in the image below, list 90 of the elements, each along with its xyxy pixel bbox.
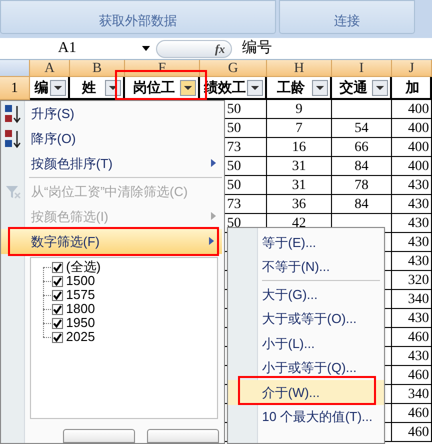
name-box[interactable]: A1 xyxy=(0,38,156,59)
table-cell-text: 430 xyxy=(408,234,429,252)
table-cell-text: 78 xyxy=(354,176,368,194)
header-cell-text: 交通 xyxy=(340,78,368,97)
menu-item[interactable]: 大于或等于(O)... xyxy=(228,306,384,331)
table-cell-text: 50 xyxy=(227,100,241,118)
checkbox[interactable] xyxy=(52,332,63,342)
submenu-arrow-icon xyxy=(211,212,216,220)
insert-function-button[interactable]: fx xyxy=(156,40,232,58)
checkbox[interactable] xyxy=(52,304,63,314)
table-cell-text: 430 xyxy=(408,196,429,214)
submenu-arrow-icon xyxy=(209,237,214,245)
table-cell-text: 31 xyxy=(292,176,306,194)
header-cell-text: 编 xyxy=(34,78,48,97)
column-header[interactable]: B xyxy=(70,60,125,77)
table-cell-text: 400 xyxy=(408,138,429,156)
submenu-arrow-icon xyxy=(211,159,216,167)
checkbox[interactable] xyxy=(52,318,63,328)
sort-descending-icon xyxy=(4,128,22,148)
table-cell-text: 66 xyxy=(354,138,368,156)
checkbox[interactable] xyxy=(52,262,63,272)
filter-dropdown-button[interactable] xyxy=(372,80,388,96)
table-cell-text: 54 xyxy=(354,120,368,138)
ok-button[interactable] xyxy=(63,429,135,443)
table-cell-text: 73 xyxy=(227,196,241,214)
table-cell-text: 340 xyxy=(408,290,429,308)
menu-item: 从“岗位工资”中清除筛选(C) xyxy=(1,179,224,204)
table-cell-text: 31 xyxy=(292,158,306,176)
header-cell-text: 岗位工 xyxy=(133,78,175,97)
table-cell-text: 84 xyxy=(354,158,368,176)
menu-item: 按颜色筛选(I) xyxy=(1,204,224,229)
table-cell-text: 42 xyxy=(292,214,306,232)
table-cell-text: 320 xyxy=(408,272,429,290)
menu-item[interactable]: 小于(L)... xyxy=(228,331,384,356)
header-cell-text: 姓 xyxy=(82,78,96,97)
table-cell-text: 460 xyxy=(408,328,429,346)
filter-dropdown-button[interactable] xyxy=(50,80,66,96)
column-header[interactable]: J xyxy=(392,60,432,77)
value-list[interactable]: (全选) 1500 1575 1800 1950 2025 xyxy=(30,257,218,419)
menu-item[interactable]: 降序(O) xyxy=(1,126,224,151)
table-cell-text: 430 xyxy=(408,310,429,328)
formula-content: 编号 xyxy=(242,38,272,58)
table-cell-text: 7 xyxy=(296,120,302,138)
header-cell-text: 工龄 xyxy=(277,78,305,97)
checkbox[interactable] xyxy=(52,276,63,286)
table-cell-text: 50 xyxy=(227,214,241,232)
header-cell-text: 加 xyxy=(406,78,420,97)
menu-item[interactable]: 数字筛选(F) xyxy=(1,229,222,254)
table-cell-text: 50 xyxy=(227,158,241,176)
column-header[interactable]: I xyxy=(332,60,392,77)
table-cell-text: 460 xyxy=(408,404,429,422)
table-cell-text: 430 xyxy=(408,348,429,366)
menu-item[interactable]: 大于(G)... xyxy=(228,282,384,306)
menu-item[interactable]: 不等于(N)... xyxy=(228,254,384,279)
menu-item[interactable]: 10 个最大的值(T)... xyxy=(228,404,384,429)
menu-item[interactable]: 介于(W)... xyxy=(228,380,384,404)
menu-item[interactable]: 按颜色排序(T) xyxy=(1,151,224,176)
table-cell-text: 430 xyxy=(408,214,429,232)
sort-ascending-icon xyxy=(4,104,22,124)
table-cell-text: 36 xyxy=(292,196,306,214)
checkbox[interactable] xyxy=(52,290,63,300)
value-label: (全选) xyxy=(66,258,101,276)
column-header[interactable]: A xyxy=(30,60,70,77)
column-header[interactable]: H xyxy=(267,60,332,77)
group-label: 获取外部数据 xyxy=(99,12,177,30)
table-cell-text: 50 xyxy=(227,120,241,138)
table-cell-text: 460 xyxy=(408,424,429,442)
filter-dropdown-button[interactable] xyxy=(180,80,196,96)
table-cell-text: 50 xyxy=(227,176,241,194)
cancel-button[interactable] xyxy=(147,429,219,443)
row-header[interactable]: 1 xyxy=(0,77,30,100)
menu-item[interactable]: 小于或等于(Q)... xyxy=(228,356,384,380)
table-cell-text: 340 xyxy=(408,386,429,404)
table-cell-text: 460 xyxy=(408,366,429,384)
table-cell-text: 9 xyxy=(296,100,302,118)
group-label: 连接 xyxy=(334,12,360,30)
table-cell-text: 430 xyxy=(408,252,429,270)
filter-dropdown-button[interactable] xyxy=(312,80,328,96)
table-cell-text: 16 xyxy=(292,138,306,156)
menu-item[interactable]: 等于(E)... xyxy=(228,230,384,254)
dropdown-arrow-icon[interactable] xyxy=(142,46,150,51)
table-cell-text: 400 xyxy=(408,158,429,176)
table-cell-text: 84 xyxy=(354,196,368,214)
menu-item[interactable]: 升序(S) xyxy=(1,101,224,126)
table-cell-text: 400 xyxy=(408,120,429,138)
column-header[interactable]: G xyxy=(200,60,267,77)
table-cell-text: 73 xyxy=(227,138,241,156)
filter-dropdown-button[interactable] xyxy=(247,80,263,96)
table-cell-text: 430 xyxy=(408,176,429,194)
table-cell-text: 400 xyxy=(408,100,429,118)
